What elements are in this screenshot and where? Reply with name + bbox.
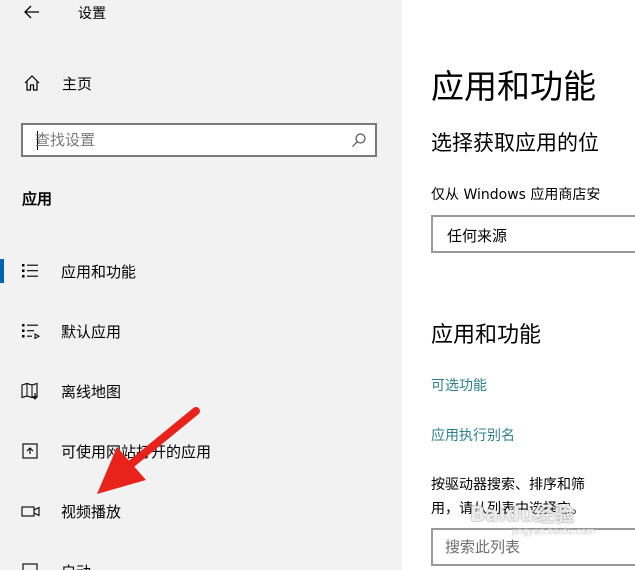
description-line: 用，请从列表中选择它。 <box>431 501 585 517</box>
settings-search-box[interactable] <box>21 123 377 157</box>
home-icon <box>24 75 40 91</box>
sidebar-item-label: 可使用网站打开的应用 <box>61 443 212 461</box>
video-playback-icon <box>21 506 40 517</box>
search-icon[interactable] <box>351 132 367 148</box>
back-arrow-icon <box>24 5 39 19</box>
offline-maps-icon <box>21 382 38 400</box>
install-source-dropdown[interactable]: 任何来源 <box>431 215 635 253</box>
sidebar: 设置 主页 应用 应用和功能 <box>0 0 402 570</box>
install-source-description: 仅从 Windows 应用商店安 <box>431 187 601 203</box>
sidebar-item-home[interactable]: 主页 <box>0 66 402 100</box>
sidebar-item-label: 默认应用 <box>61 323 122 341</box>
selected-indicator <box>0 259 4 283</box>
sidebar-item-label: 视频播放 <box>61 503 122 521</box>
back-button[interactable] <box>18 0 46 24</box>
app-list-search-input[interactable] <box>445 536 635 558</box>
main-content: 应用和功能 选择获取应用的位 仅从 Windows 应用商店安 任何来源 应用和… <box>402 0 635 570</box>
app-execution-aliases-link[interactable]: 应用执行别名 <box>431 425 515 445</box>
apps-features-heading: 应用和功能 <box>431 323 542 348</box>
sidebar-item-offline-maps[interactable]: 离线地图 <box>0 371 402 411</box>
dropdown-selected-value: 任何来源 <box>447 227 508 245</box>
app-title: 设置 <box>78 6 106 22</box>
title-bar: 设置 <box>0 0 402 26</box>
apps-for-websites-icon <box>22 443 38 459</box>
sidebar-item-label: 主页 <box>62 75 93 93</box>
description-line: 按驱动器搜索、排序和筛 <box>431 477 585 493</box>
sidebar-item-apps-for-websites[interactable]: 可使用网站打开的应用 <box>0 431 402 471</box>
section-header-apps: 应用 <box>22 190 53 208</box>
install-source-heading: 选择获取应用的位 <box>431 131 599 155</box>
page-title: 应用和功能 <box>431 67 596 106</box>
apps-features-icon <box>22 264 38 278</box>
sidebar-item-label: 应用和功能 <box>61 263 137 281</box>
optional-features-link[interactable]: 可选功能 <box>431 375 487 395</box>
app-list-search-box[interactable] <box>431 528 635 566</box>
sidebar-item-label: 启动 <box>61 561 91 570</box>
sidebar-item-startup[interactable]: 启动 <box>0 551 402 570</box>
settings-window: 设置 主页 应用 应用和功能 <box>0 0 635 570</box>
startup-icon <box>22 563 38 570</box>
apps-description: 按驱动器搜索、排序和筛 用，请从列表中选择它。 <box>431 473 585 521</box>
settings-search-input[interactable] <box>35 129 335 151</box>
sidebar-item-label: 离线地图 <box>61 383 122 401</box>
sidebar-item-default-apps[interactable]: 默认应用 <box>0 311 402 351</box>
default-apps-icon <box>22 324 41 340</box>
sidebar-item-video-playback[interactable]: 视频播放 <box>0 491 402 531</box>
sidebar-item-apps-features[interactable]: 应用和功能 <box>0 251 402 291</box>
